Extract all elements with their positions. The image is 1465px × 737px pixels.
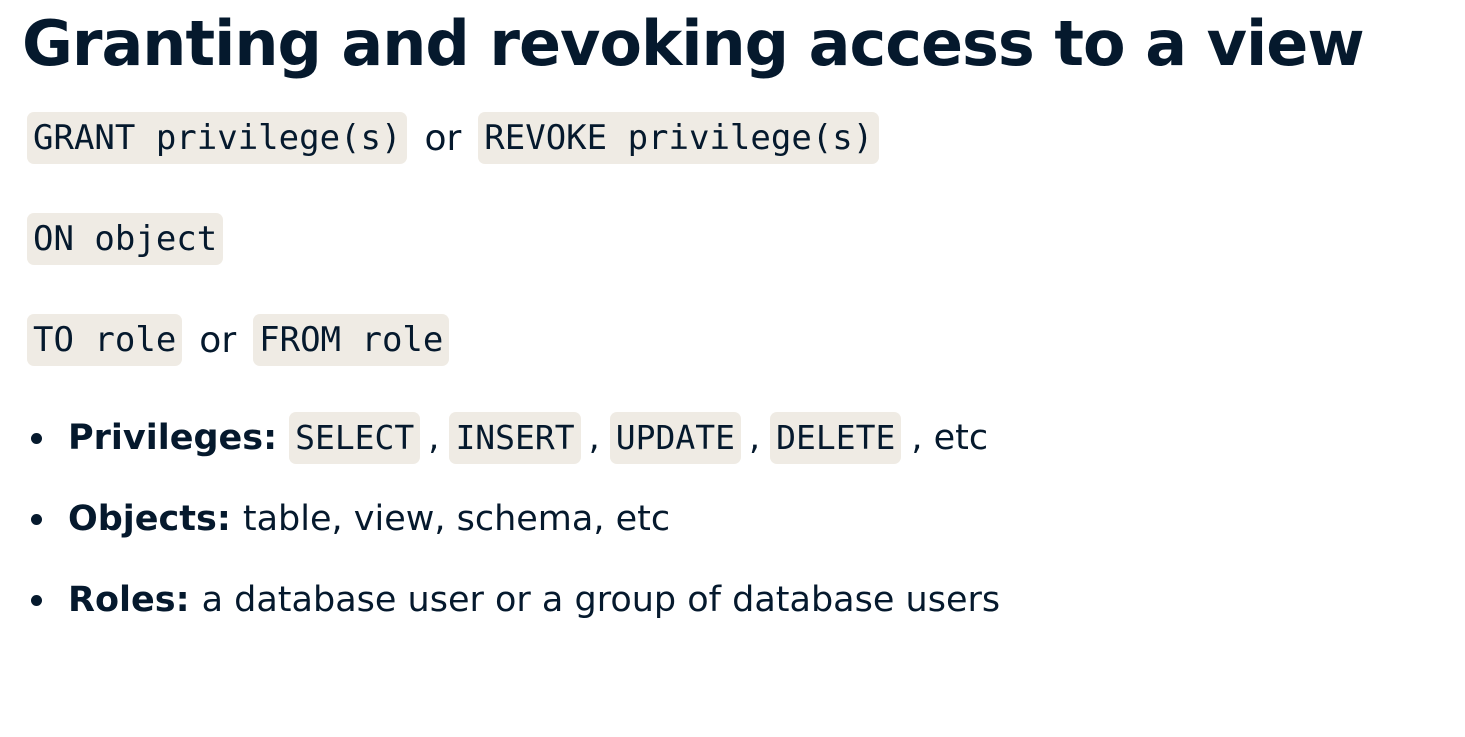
or-text: or [199,319,237,361]
code-to-role: TO role [27,314,183,366]
syntax-line-to-from-role: TO role or FROM role [27,314,450,366]
slide: Granting and revoking access to a view G… [0,0,1465,737]
bullet-privileges: Privileges: SELECT , INSERT , UPDATE , D… [27,412,1000,464]
roles-text: a database user or a group of database u… [201,580,1001,620]
objects-text: table, view, schema, etc [242,499,671,539]
bullet-dot-icon [31,433,42,444]
code-from-role: FROM role [253,314,450,366]
code-revoke-privileges: REVOKE privilege(s) [478,112,880,164]
separator: , [749,418,761,458]
bullet-objects: Objects: table, view, schema, etc [27,493,1000,545]
bullet-dot-icon [31,595,42,606]
code-grant-privileges: GRANT privilege(s) [27,112,408,164]
syntax-line-grant-revoke: GRANT privilege(s) or REVOKE privilege(s… [27,112,880,164]
code-update: UPDATE [609,412,742,464]
code-insert: INSERT [449,412,581,464]
objects-label: Objects: [68,499,231,539]
separator: , [428,418,440,458]
syntax-line-on-object: ON object [27,213,224,265]
bullet-list: Privileges: SELECT , INSERT , UPDATE , D… [27,412,1000,655]
code-on-object: ON object [27,213,224,265]
privileges-suffix: , etc [911,418,989,458]
slide-title: Granting and revoking access to a view [22,7,1365,80]
separator: , [588,418,600,458]
privileges-label: Privileges: [68,418,278,458]
bullet-roles: Roles: a database user or a group of dat… [27,574,1000,626]
code-delete: DELETE [770,412,902,464]
or-text: or [424,117,462,159]
code-select: SELECT [289,412,421,464]
bullet-dot-icon [31,514,42,525]
roles-label: Roles: [68,580,190,620]
